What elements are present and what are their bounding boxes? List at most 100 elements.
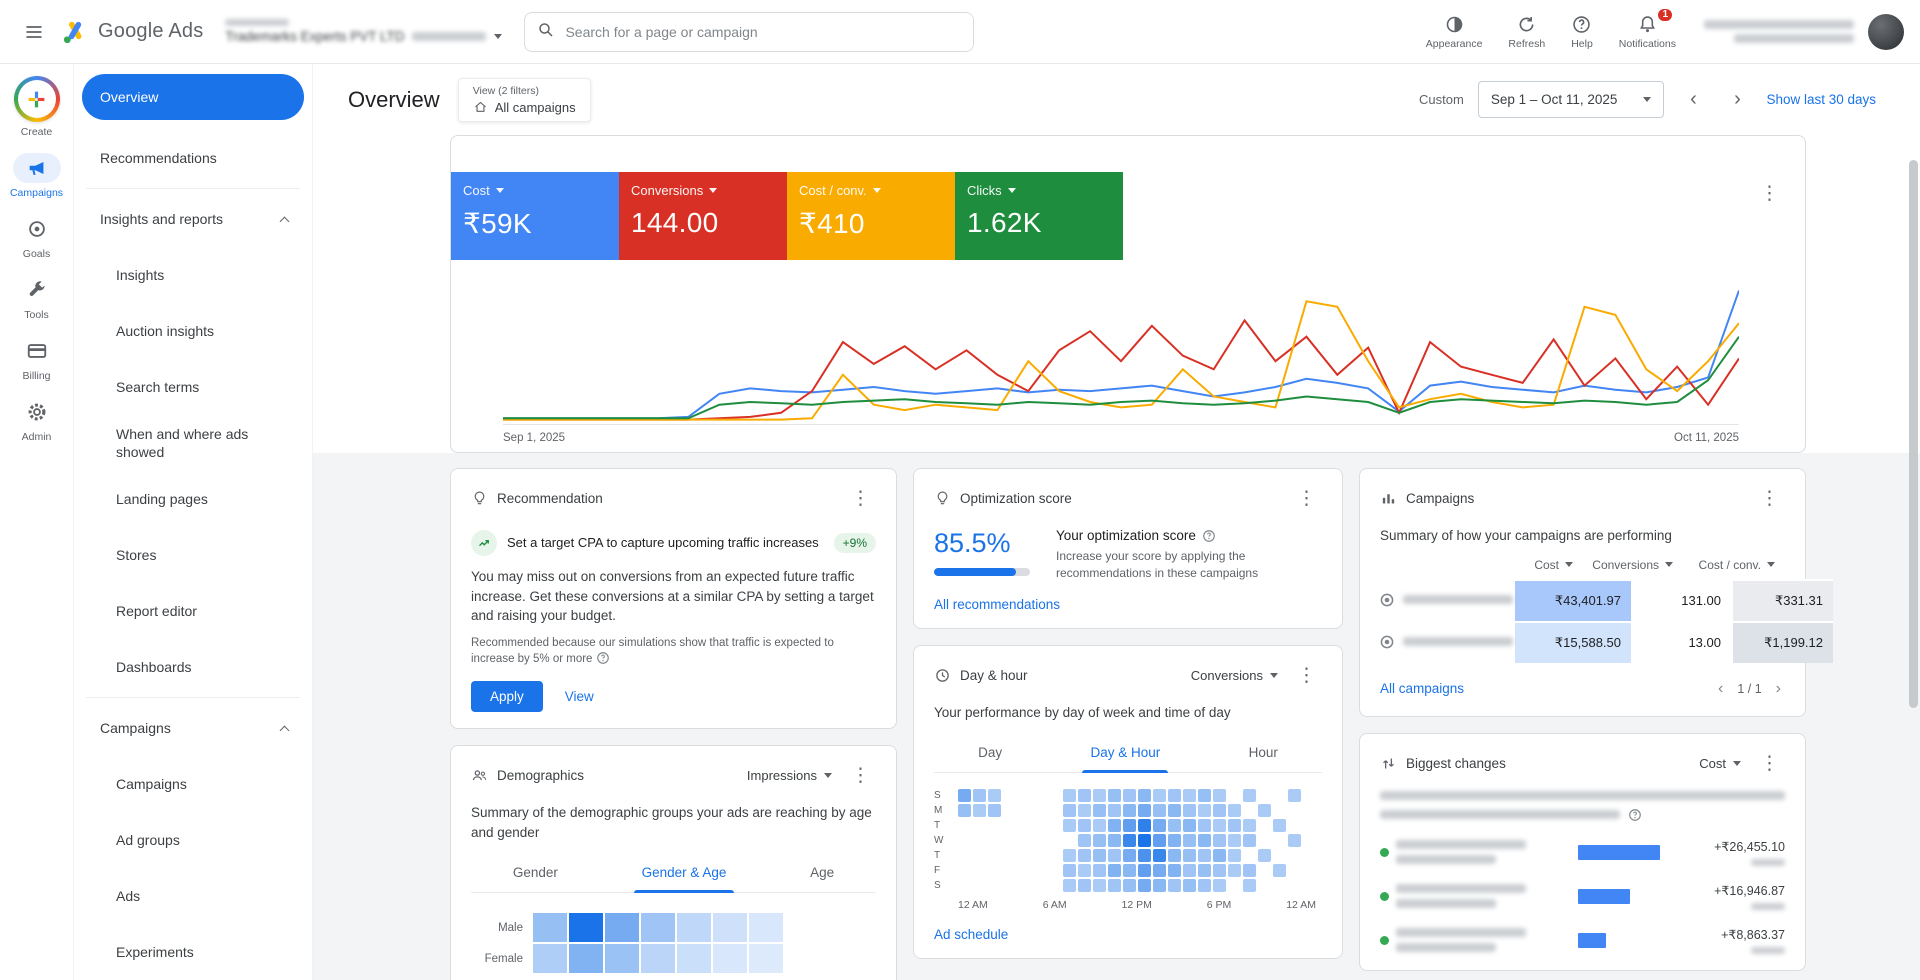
column-header-cost-conv[interactable]: Cost / conv. xyxy=(1683,558,1785,572)
metric-selector[interactable]: Impressions xyxy=(747,768,832,783)
rail-item-admin[interactable]: Admin xyxy=(13,397,61,443)
heatmap-cell xyxy=(1303,849,1316,862)
tab-gender-age[interactable]: Gender & Age xyxy=(632,855,737,892)
metric-selector[interactable]: Cost xyxy=(1699,756,1741,771)
list-item[interactable]: +₹16,946.87 xyxy=(1380,883,1785,910)
view-button[interactable]: View xyxy=(551,681,608,712)
sidebar-item-recommendations[interactable]: Recommendations xyxy=(82,130,304,186)
chevron-down-icon xyxy=(1643,97,1651,102)
rail-item-campaigns[interactable]: Campaigns xyxy=(10,153,63,199)
sidebar-item-insights[interactable]: Insights xyxy=(82,247,304,303)
table-row[interactable]: ₹43,401.97131.00₹331.31 xyxy=(1380,579,1785,621)
main-menu-button[interactable] xyxy=(12,10,56,54)
heatmap-cell xyxy=(1123,864,1136,877)
sidebar-item-auction-insights[interactable]: Auction insights xyxy=(82,303,304,359)
heatmap-cell xyxy=(1018,789,1031,802)
next-page-button[interactable]: › xyxy=(1772,678,1785,700)
sidebar-item-stores[interactable]: Stores xyxy=(82,527,304,583)
heatmap-cell xyxy=(1183,849,1196,862)
account-switcher[interactable]: Trademarks Experts PVT LTD xyxy=(225,19,502,44)
hour-label: 6 PM xyxy=(1207,899,1232,911)
changes-icon xyxy=(1380,755,1397,772)
rail-item-billing[interactable]: Billing xyxy=(13,336,61,382)
search-input[interactable] xyxy=(565,24,961,40)
metric-selector[interactable]: Conversions xyxy=(1191,668,1278,683)
all-campaigns-link[interactable]: All campaigns xyxy=(1380,681,1464,696)
date-range-selector[interactable]: Sep 1 – Oct 11, 2025 xyxy=(1478,81,1665,118)
more-options-button[interactable]: ⋮ xyxy=(1754,750,1785,777)
search-bar[interactable] xyxy=(524,12,974,52)
sidebar-item-landing-pages[interactable]: Landing pages xyxy=(82,471,304,527)
more-options-button[interactable]: ⋮ xyxy=(845,485,876,512)
tab-day[interactable]: Day xyxy=(968,735,1012,772)
tab-day-hour[interactable]: Day & Hour xyxy=(1080,735,1170,772)
sidebar-section-campaigns[interactable]: Campaigns xyxy=(82,700,304,756)
previous-page-button[interactable]: ‹ xyxy=(1714,678,1727,700)
sidebar-item-report-editor[interactable]: Report editor xyxy=(82,583,304,639)
billing-icon xyxy=(13,336,61,366)
people-icon xyxy=(471,767,488,784)
column-header-cost[interactable]: Cost xyxy=(1465,558,1583,572)
sidebar-item-ads[interactable]: Ads xyxy=(82,868,304,924)
metric-tile-cost-conv[interactable]: Cost / conv.₹410 xyxy=(787,172,955,260)
heatmap-cell xyxy=(1303,804,1316,817)
more-options-button[interactable]: ⋮ xyxy=(1754,180,1785,207)
sidebar-item-experiments[interactable]: Experiments xyxy=(82,924,304,980)
table-row[interactable]: ₹15,588.5013.00₹1,199.12 xyxy=(1380,621,1785,663)
next-period-button[interactable]: › xyxy=(1722,85,1752,115)
day-hour-heatmap: SMTWTFS xyxy=(934,789,1322,892)
trend-chart[interactable] xyxy=(503,278,1739,424)
rail-item-tools[interactable]: Tools xyxy=(13,275,61,321)
rail-item-goals[interactable]: Goals xyxy=(13,214,61,260)
heatmap-cell xyxy=(533,944,567,973)
heatmap-cell xyxy=(1153,864,1166,877)
scrollbar[interactable] xyxy=(1909,160,1918,708)
chevron-down-icon xyxy=(494,34,502,39)
appearance-button[interactable]: Appearance xyxy=(1418,10,1491,54)
tab-gender[interactable]: Gender xyxy=(503,855,568,892)
sidebar-item-campaigns[interactable]: Campaigns xyxy=(82,756,304,812)
apply-button[interactable]: Apply xyxy=(471,681,543,712)
more-options-button[interactable]: ⋮ xyxy=(845,762,876,789)
more-options-button[interactable]: ⋮ xyxy=(1754,485,1785,512)
list-item[interactable]: +₹8,863.37 xyxy=(1380,927,1785,954)
list-item[interactable]: +₹26,455.10 xyxy=(1380,839,1785,866)
main-content: Overview View (2 filters) All campaigns … xyxy=(313,64,1920,980)
show-last-30-days-link[interactable]: Show last 30 days xyxy=(1766,92,1876,107)
notifications-button[interactable]: 1 Notifications xyxy=(1611,10,1684,54)
heatmap-cell xyxy=(1138,864,1151,877)
heatmap-cell xyxy=(1003,879,1016,892)
heatmap-cell xyxy=(1153,834,1166,847)
heatmap-cell xyxy=(973,849,986,862)
heatmap-cell xyxy=(1243,879,1256,892)
metric-tile-conversions[interactable]: Conversions144.00 xyxy=(619,172,787,260)
heatmap-cell xyxy=(749,944,783,973)
sidebar-item-search-terms[interactable]: Search terms xyxy=(82,359,304,415)
campaign-filter-chip[interactable]: View (2 filters) All campaigns xyxy=(458,78,591,122)
previous-period-button[interactable]: ‹ xyxy=(1678,85,1708,115)
table-header: CostConversionsCost / conv. xyxy=(1380,558,1785,579)
all-recommendations-link[interactable]: All recommendations xyxy=(934,597,1060,612)
avatar[interactable] xyxy=(1868,14,1904,50)
info-icon xyxy=(596,651,610,665)
sidebar-item-dashboards[interactable]: Dashboards xyxy=(82,639,304,695)
refresh-button[interactable]: Refresh xyxy=(1500,10,1553,54)
optimization-score-card: Optimization score ⋮ 85.5% xyxy=(913,468,1343,629)
chevron-down-icon xyxy=(1565,562,1573,567)
metric-tile-cost[interactable]: Cost₹59K xyxy=(451,172,619,260)
tab-age[interactable]: Age xyxy=(800,855,844,892)
rail-item-create[interactable]: Create xyxy=(14,76,60,138)
tab-hour[interactable]: Hour xyxy=(1239,735,1288,772)
sidebar-item-ad-groups[interactable]: Ad groups xyxy=(82,812,304,868)
help-button[interactable]: Help xyxy=(1563,10,1601,54)
sidebar-item-overview[interactable]: Overview xyxy=(82,74,304,120)
more-options-button[interactable]: ⋮ xyxy=(1291,662,1322,689)
more-options-button[interactable]: ⋮ xyxy=(1291,485,1322,512)
sidebar-section-insights-and-reports[interactable]: Insights and reports xyxy=(82,191,304,247)
metric-tile-clicks[interactable]: Clicks1.62K xyxy=(955,172,1123,260)
ad-schedule-link[interactable]: Ad schedule xyxy=(934,927,1008,942)
column-header-conversions[interactable]: Conversions xyxy=(1583,558,1683,572)
heatmap-cell xyxy=(677,913,711,942)
sidebar-item-when-and-where-ads-showed[interactable]: When and where ads showed xyxy=(82,415,304,471)
gear-icon xyxy=(13,397,61,427)
